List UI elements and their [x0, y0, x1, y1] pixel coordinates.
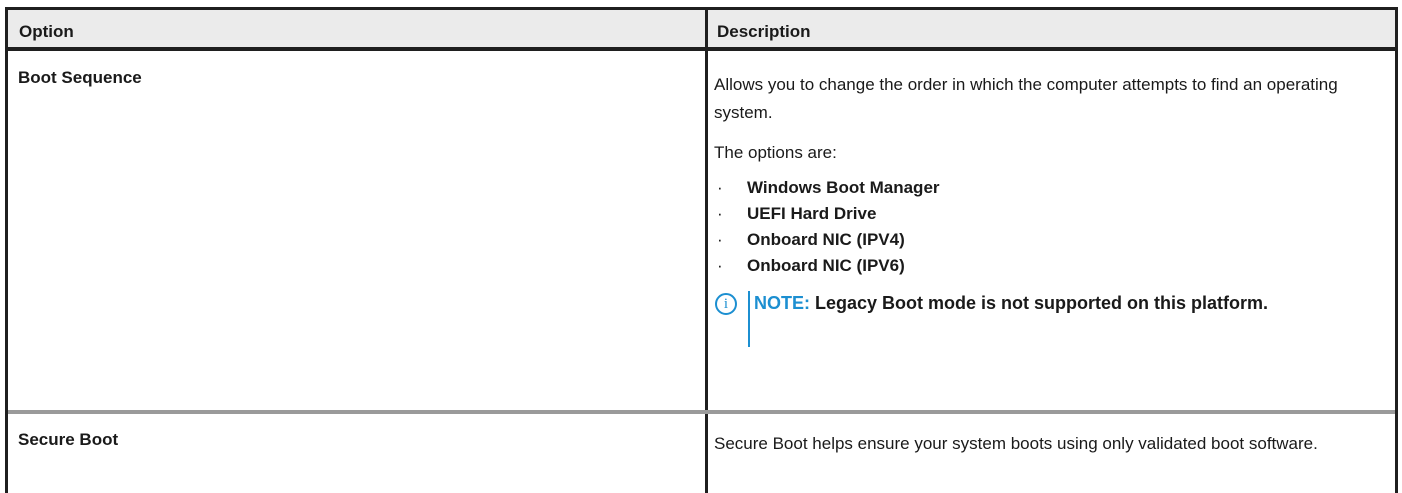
note-accent-bar [748, 291, 750, 347]
note-box: i NOTE: Legacy Boot mode is not supporte… [714, 289, 1390, 347]
description-text: Allows you to change the order in which … [714, 75, 1338, 122]
bullet-icon: · [717, 178, 723, 197]
option-boot-sequence: Boot Sequence [18, 68, 142, 87]
description-boot-sequence: Allows you to change the order in which … [714, 71, 1390, 347]
header-bottom-line [8, 47, 1395, 51]
options-table: Option Description Boot Sequence Allows … [5, 7, 1398, 493]
note-label: NOTE: [754, 293, 810, 313]
table-header: Option Description [8, 7, 1395, 50]
option-secure-boot: Secure Boot [18, 430, 119, 449]
description-secure-boot: Secure Boot helps ensure your system boo… [714, 430, 1390, 458]
list-item: · UEFI Hard Drive [714, 201, 1390, 227]
header-description: Description [717, 22, 811, 41]
options-intro: The options are: [714, 143, 837, 162]
list-item: · Onboard NIC (IPV4) [714, 227, 1390, 253]
boot-options-list: · Windows Boot Manager · UEFI Hard Drive ·… [714, 175, 1390, 279]
header-option: Option [19, 22, 74, 41]
description-text: Secure Boot helps ensure your system boo… [714, 434, 1318, 453]
note-text: Legacy Boot mode is not supported on thi… [815, 293, 1269, 313]
header-divider [705, 10, 708, 50]
bullet-icon: · [717, 204, 723, 223]
column-divider [705, 51, 708, 493]
bullet-icon: · [717, 230, 723, 249]
list-item: · Windows Boot Manager [714, 175, 1390, 201]
bullet-icon: · [717, 256, 723, 275]
info-icon: i [715, 293, 737, 315]
list-item: · Onboard NIC (IPV6) [714, 253, 1390, 279]
row-divider [8, 410, 1395, 414]
